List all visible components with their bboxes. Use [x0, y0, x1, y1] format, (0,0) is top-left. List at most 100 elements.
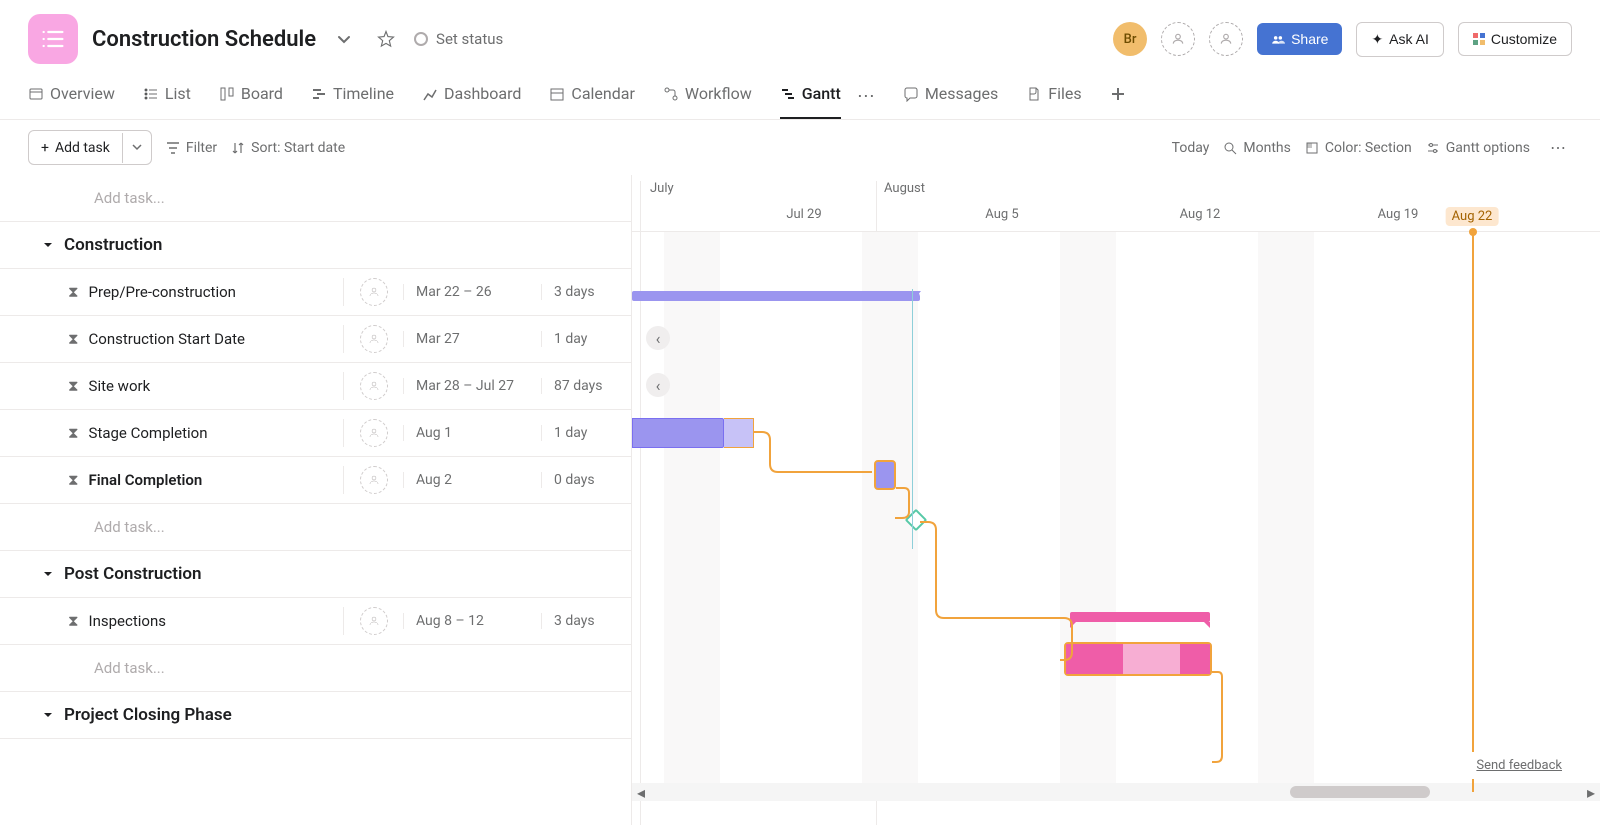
section-bar-post[interactable]: [1070, 612, 1210, 622]
scroll-left-arrow[interactable]: ◂: [632, 783, 650, 801]
project-icon: [28, 14, 78, 64]
timeline-header: July August Jul 29 Aug 5 Aug 12 Aug 19 A…: [632, 175, 1600, 232]
duration-cell: 3 days: [541, 613, 631, 629]
duration-cell: 0 days: [541, 472, 631, 488]
milestone-line: [912, 289, 913, 549]
task-row-sitework[interactable]: ⧗Site work Mar 28 – Jul 27 87 days: [0, 363, 631, 410]
date-cell[interactable]: Mar 22 – 26: [403, 284, 541, 300]
date-cell[interactable]: Aug 2: [403, 472, 541, 488]
chevron-down-icon: [42, 239, 54, 251]
date-aug22-today: Aug 22: [1446, 207, 1499, 226]
gantt-options-button[interactable]: Gantt options: [1426, 140, 1530, 156]
chevron-down-icon: [42, 568, 54, 580]
assignee-empty[interactable]: [360, 466, 388, 494]
send-feedback-link[interactable]: Send feedback: [1466, 752, 1572, 779]
date-cell[interactable]: Mar 27: [403, 331, 541, 347]
filter-icon: [166, 141, 180, 155]
timeline-body[interactable]: ‹ ‹: [632, 232, 1600, 792]
filter-button[interactable]: Filter: [166, 140, 217, 156]
task-row-stage[interactable]: ⧗Stage Completion Aug 1 1 day: [0, 410, 631, 457]
task-row-prep[interactable]: ⧗Prep/Pre-construction Mar 22 – 26 3 day…: [0, 269, 631, 316]
chevron-down-icon[interactable]: [330, 25, 358, 53]
duration-cell: 3 days: [541, 284, 631, 300]
scroll-right-arrow[interactable]: ▸: [1582, 783, 1600, 801]
task-row-inspections[interactable]: ⧗Inspections Aug 8 – 12 3 days: [0, 598, 631, 645]
date-cell[interactable]: Aug 1: [403, 425, 541, 441]
tab-timeline[interactable]: Timeline: [311, 74, 394, 119]
add-task-row-construction[interactable]: Add task...: [0, 504, 631, 551]
hourglass-icon: ⧗: [68, 283, 79, 301]
project-title[interactable]: Construction Schedule: [92, 27, 316, 52]
grid-icon: [1473, 33, 1485, 45]
scroll-left-pill[interactable]: ‹: [646, 326, 670, 350]
tabs-bar: Overview List Board Timeline Dashboard C…: [0, 74, 1600, 120]
tab-files[interactable]: Files: [1026, 74, 1081, 119]
section-post-construction[interactable]: Post Construction: [0, 551, 631, 598]
add-tab-button[interactable]: [1110, 76, 1126, 118]
gantt-bar-sitework[interactable]: [632, 418, 724, 448]
add-task-button[interactable]: + Add task: [29, 133, 123, 163]
tab-workflow[interactable]: Workflow: [663, 74, 752, 119]
add-task-row-post[interactable]: Add task...: [0, 645, 631, 692]
assignee-empty[interactable]: [360, 325, 388, 353]
avatar-user-br[interactable]: Br: [1113, 22, 1147, 56]
tab-board[interactable]: Board: [219, 74, 283, 119]
add-task-dropdown[interactable]: [123, 131, 151, 164]
section-closing[interactable]: Project Closing Phase: [0, 692, 631, 739]
tab-gantt-more-icon[interactable]: ⋯: [857, 86, 875, 107]
chevron-down-icon: [42, 709, 54, 721]
share-button[interactable]: Share: [1257, 23, 1342, 55]
set-status-button[interactable]: Set status: [414, 30, 503, 48]
tab-overview[interactable]: Overview: [28, 74, 115, 119]
color-button[interactable]: Color: Section: [1305, 140, 1412, 156]
color-icon: [1305, 141, 1319, 155]
zoom-icon: [1223, 141, 1237, 155]
assignee-empty[interactable]: [360, 419, 388, 447]
add-task-row-top[interactable]: Add task...: [0, 175, 631, 222]
tab-dashboard[interactable]: Dashboard: [422, 74, 521, 119]
assignee-empty[interactable]: [360, 372, 388, 400]
task-row-final[interactable]: ⧗Final Completion Aug 2 0 days: [0, 457, 631, 504]
add-task-label: Add task: [55, 140, 110, 156]
add-member-2[interactable]: [1209, 22, 1243, 56]
duration-cell: 87 days: [541, 378, 631, 394]
tab-calendar[interactable]: Calendar: [549, 74, 634, 119]
task-table: Add task... Construction ⧗Prep/Pre-const…: [0, 175, 632, 825]
scroll-thumb[interactable]: [1290, 786, 1430, 798]
section-bar-construction[interactable]: [632, 291, 920, 301]
task-row-start[interactable]: ⧗Construction Start Date Mar 27 1 day: [0, 316, 631, 363]
hourglass-icon: ⧗: [68, 424, 79, 442]
horizontal-scrollbar[interactable]: ◂ ▸: [632, 783, 1600, 801]
gantt-chart[interactable]: July August Jul 29 Aug 5 Aug 12 Aug 19 A…: [632, 175, 1600, 825]
ask-ai-label: Ask AI: [1389, 31, 1429, 47]
gantt-bar-inspections[interactable]: [1064, 642, 1212, 676]
scroll-left-pill[interactable]: ‹: [646, 373, 670, 397]
settings-icon: [1426, 141, 1440, 155]
zoom-button[interactable]: Months: [1223, 140, 1290, 156]
section-construction[interactable]: Construction: [0, 222, 631, 269]
date-cell[interactable]: Mar 28 – Jul 27: [403, 378, 541, 394]
status-circle-icon: [414, 32, 428, 46]
date-aug12: Aug 12: [1180, 207, 1221, 222]
main-area: Add task... Construction ⧗Prep/Pre-const…: [0, 175, 1600, 825]
sort-button[interactable]: Sort: Start date: [231, 140, 345, 156]
assignee-empty[interactable]: [360, 607, 388, 635]
customize-button[interactable]: Customize: [1458, 22, 1572, 56]
tab-gantt[interactable]: Gantt: [780, 74, 841, 119]
gantt-bar-stage[interactable]: [874, 460, 896, 490]
share-label: Share: [1291, 31, 1328, 47]
hourglass-icon: ⧗: [68, 330, 79, 348]
tab-list[interactable]: List: [143, 74, 191, 119]
more-options-icon[interactable]: ⋯: [1544, 134, 1572, 162]
ask-ai-button[interactable]: ✦ Ask AI: [1356, 22, 1443, 57]
assignee-empty[interactable]: [360, 278, 388, 306]
star-icon[interactable]: [372, 25, 400, 53]
gantt-bar-sitework-extension[interactable]: [724, 418, 754, 448]
date-cell[interactable]: Aug 8 – 12: [403, 613, 541, 629]
tab-messages[interactable]: Messages: [903, 74, 998, 119]
date-jul29: Jul 29: [786, 207, 821, 222]
today-button[interactable]: Today: [1172, 140, 1210, 156]
add-member-1[interactable]: [1161, 22, 1195, 56]
month-label-july: July: [650, 181, 674, 196]
sort-icon: [231, 141, 245, 155]
